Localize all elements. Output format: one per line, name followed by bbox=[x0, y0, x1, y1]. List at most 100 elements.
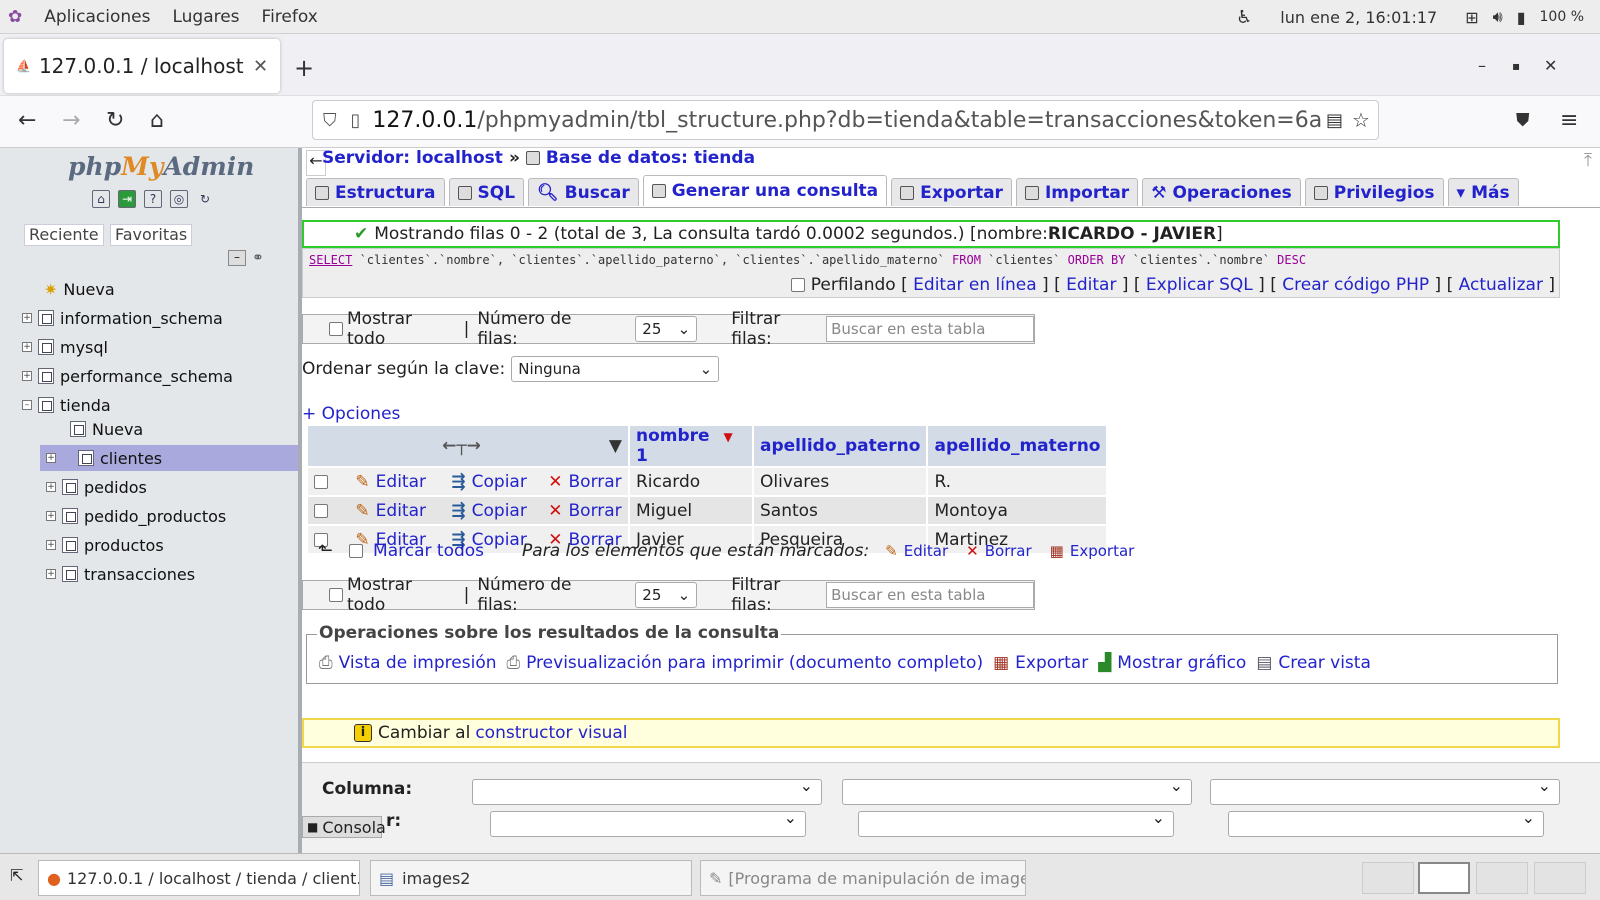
create-view-link[interactable]: ▤ Crear vista bbox=[1256, 653, 1371, 673]
column-select-2[interactable] bbox=[842, 776, 1192, 805]
tab-estructura[interactable]: Estructura bbox=[306, 178, 445, 206]
tree-item-pedidos[interactable]: + pedidos bbox=[0, 474, 298, 500]
tree-item-transacciones[interactable]: + transacciones bbox=[0, 561, 298, 587]
new-tab-icon[interactable]: + bbox=[294, 54, 314, 82]
phpmyadmin-logo[interactable]: phpMyAdmin bbox=[68, 152, 254, 181]
bulk-delete-link[interactable]: ✕ Borrar bbox=[966, 542, 1031, 560]
scroll-top-icon[interactable]: ⤒ bbox=[1584, 150, 1592, 171]
tree-item-new-table[interactable]: Nueva bbox=[0, 416, 298, 442]
tab-sql[interactable]: SQL bbox=[448, 178, 525, 206]
edit-query-link[interactable]: Editar bbox=[1066, 275, 1116, 295]
collapse-all-icon[interactable]: – bbox=[228, 250, 246, 266]
order-select-1[interactable] bbox=[490, 808, 806, 837]
expand-icon[interactable]: + bbox=[22, 313, 32, 323]
rows-per-page-select[interactable]: 25 ⌄ bbox=[635, 582, 698, 608]
tree-item-productos[interactable]: + productos bbox=[0, 532, 298, 558]
bookmark-star-icon[interactable]: ☆ bbox=[1352, 108, 1370, 132]
tree-item-new[interactable]: ✷ Nueva bbox=[0, 276, 298, 302]
visual-builder-link[interactable]: constructor visual bbox=[475, 723, 627, 743]
export-results-link[interactable]: ▦ Exportar bbox=[993, 653, 1088, 673]
edit-row-link[interactable]: ✎ Editar bbox=[355, 501, 426, 521]
menu-applications[interactable]: Aplicaciones bbox=[44, 7, 150, 27]
close-window-icon[interactable]: ✕ bbox=[1544, 56, 1557, 75]
check-all-link[interactable]: Marcar todos bbox=[373, 541, 484, 561]
sql-query-text[interactable]: SELECT `clientes`.`nombre`, `clientes`.`… bbox=[309, 253, 1306, 267]
pocket-icon[interactable]: ⛊ bbox=[1516, 110, 1530, 131]
cell-apellido-paterno[interactable]: Santos bbox=[754, 497, 927, 524]
workspace-2[interactable] bbox=[1418, 862, 1470, 894]
print-full-link[interactable]: ⎙ Previsualización para imprimir (documen… bbox=[507, 653, 984, 673]
hamburger-menu-icon[interactable]: ≡ bbox=[1560, 108, 1578, 133]
header-nombre[interactable]: nombre ▼ 1 bbox=[630, 426, 752, 466]
expand-icon[interactable]: + bbox=[46, 453, 56, 463]
link-icon[interactable]: ⚭ bbox=[252, 250, 264, 266]
url-bar[interactable]: ⛉ ▯ 127.0.0.1 /phpmyadmin/tbl_structure.… bbox=[312, 100, 1379, 140]
home-icon[interactable]: ⌂ bbox=[150, 108, 164, 133]
order-select-3[interactable] bbox=[1228, 808, 1544, 837]
expand-icon[interactable]: + bbox=[46, 511, 56, 521]
expand-icon[interactable]: + bbox=[46, 569, 56, 579]
cell-apellido-paterno[interactable]: Olivares bbox=[754, 468, 927, 495]
tree-item-clientes[interactable]: + clientes bbox=[40, 445, 298, 471]
explain-sql-link[interactable]: Explicar SQL bbox=[1146, 275, 1253, 295]
home-icon[interactable]: ⌂ bbox=[92, 190, 110, 208]
tab-operaciones[interactable]: ⚒ Operaciones bbox=[1142, 178, 1301, 206]
bulk-edit-link[interactable]: ✎ Editar bbox=[885, 542, 948, 560]
shield-icon[interactable]: ⛉ bbox=[323, 110, 337, 131]
header-apellido-paterno[interactable]: apellido_paterno bbox=[754, 426, 927, 466]
edit-row-link[interactable]: ✎ Editar bbox=[355, 472, 426, 492]
task-images2[interactable]: ▤ images2 bbox=[370, 860, 692, 896]
reload-nav-icon[interactable]: ↻ bbox=[196, 190, 214, 208]
chevron-down-icon[interactable]: ▼ bbox=[609, 436, 622, 456]
recent-button[interactable]: Reciente bbox=[24, 224, 104, 246]
copy-row-link[interactable]: ⇶ Copiar bbox=[451, 472, 526, 492]
tab-buscar[interactable]: 🔍︎ Buscar bbox=[528, 178, 639, 206]
bulk-export-link[interactable]: ▦ Exportar bbox=[1050, 542, 1135, 560]
tab-importar[interactable]: Importar bbox=[1015, 178, 1139, 206]
row-checkbox[interactable] bbox=[314, 474, 328, 489]
filter-rows-input[interactable]: Buscar en esta tabla bbox=[826, 582, 1034, 608]
menu-places[interactable]: Lugares bbox=[172, 7, 239, 27]
clock[interactable]: lun ene 2, 16:01:17 bbox=[1280, 8, 1437, 27]
breadcrumb-server[interactable]: Servidor: localhost bbox=[322, 148, 503, 168]
tab-generar-consulta[interactable]: Generar una consulta bbox=[642, 175, 888, 206]
column-select-1[interactable] bbox=[472, 776, 822, 805]
cell-nombre[interactable]: Miguel bbox=[630, 497, 752, 524]
console-toggle[interactable]: ■ Consola bbox=[302, 816, 386, 838]
sql-docs-icon[interactable]: ◎ bbox=[170, 190, 188, 208]
forward-icon[interactable]: → bbox=[62, 108, 80, 133]
show-chart-link[interactable]: ▟ Mostrar gráfico bbox=[1098, 653, 1246, 673]
reader-view-icon[interactable]: ▤ bbox=[1322, 110, 1348, 131]
minimize-icon[interactable]: – bbox=[1478, 56, 1486, 75]
filter-rows-input[interactable]: Buscar en esta tabla bbox=[826, 316, 1034, 342]
browser-tab[interactable]: ⛵ 127.0.0.1 / localhost ✕ bbox=[4, 39, 280, 93]
breadcrumb-db[interactable]: Base de datos: tienda bbox=[546, 148, 755, 168]
expand-icon[interactable]: + bbox=[22, 342, 32, 352]
cell-nombre[interactable]: Ricardo bbox=[630, 468, 752, 495]
tree-item-tienda[interactable]: – tienda bbox=[0, 392, 298, 418]
show-all-checkbox[interactable] bbox=[329, 588, 343, 602]
refresh-link[interactable]: Actualizar bbox=[1459, 275, 1543, 295]
task-gimp[interactable]: ✎ [Programa de manipulación de image... bbox=[700, 860, 1026, 896]
cell-apellido-materno[interactable]: R. bbox=[928, 468, 1107, 495]
rows-per-page-select[interactable]: 25 ⌄ bbox=[635, 316, 698, 342]
maximize-icon[interactable]: ▪ bbox=[1512, 59, 1520, 73]
tree-item-information-schema[interactable]: + information_schema bbox=[0, 305, 298, 331]
tree-item-mysql[interactable]: + mysql bbox=[0, 334, 298, 360]
tab-exportar[interactable]: Exportar bbox=[891, 178, 1012, 206]
workspace-3[interactable] bbox=[1476, 862, 1528, 894]
cell-apellido-materno[interactable]: Montoya bbox=[928, 497, 1107, 524]
menu-firefox[interactable]: Firefox bbox=[262, 7, 318, 27]
column-controls-header[interactable]: ←┬→ ▼ bbox=[308, 426, 628, 466]
network-icon[interactable]: ⊞ bbox=[1465, 8, 1478, 27]
profiling-checkbox[interactable] bbox=[791, 278, 806, 292]
create-php-link[interactable]: Crear código PHP bbox=[1282, 275, 1429, 295]
logout-icon[interactable]: ⇥ bbox=[118, 190, 136, 208]
expand-icon[interactable]: + bbox=[22, 371, 32, 381]
show-desktop-icon[interactable]: ⇱ bbox=[10, 866, 23, 885]
print-view-link[interactable]: ⎙ Vista de impresión bbox=[319, 653, 497, 673]
expand-icon[interactable]: + bbox=[46, 482, 56, 492]
tab-close-icon[interactable]: ✕ bbox=[253, 56, 268, 77]
reload-icon[interactable]: ↻ bbox=[106, 108, 124, 133]
edit-inline-link[interactable]: Editar en línea bbox=[913, 275, 1036, 295]
